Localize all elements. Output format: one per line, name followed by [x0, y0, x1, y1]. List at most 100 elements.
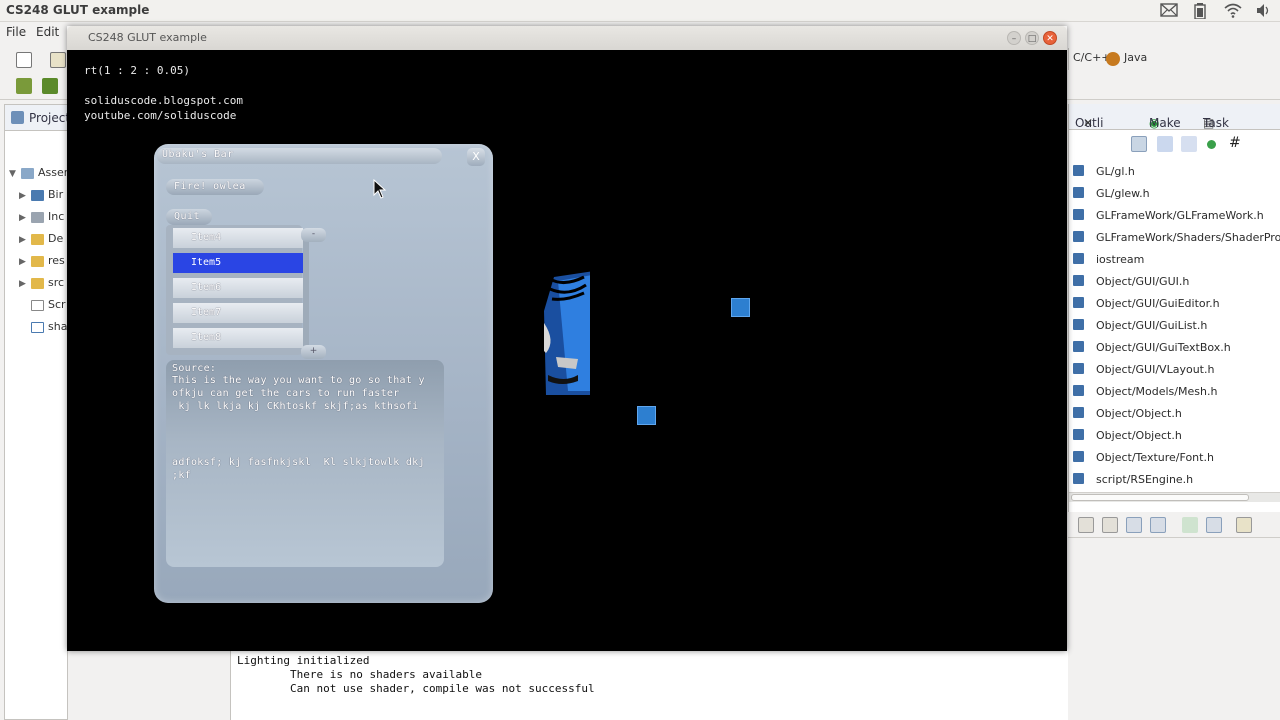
outline-view: Outli ✕ ◉ Make ▤ Task # GL/gl.h GL/glew.… — [1068, 104, 1280, 540]
tree-item[interactable]: sha — [31, 316, 67, 338]
outline-item[interactable]: Object/GUI/GUI.h — [1069, 271, 1189, 293]
gui-list: Item4 Item5 Item6 Item7 Item8 — [166, 225, 303, 355]
outline-horizontal-scrollbar[interactable] — [1069, 492, 1280, 502]
include-icon — [1073, 209, 1084, 220]
console-output: Lighting initialized There is no shaders… — [230, 650, 1068, 720]
outline-item-label: Object/Texture/Font.h — [1096, 451, 1214, 464]
gl-canvas[interactable]: rt(1 : 2 : 0.05) soliduscode.blogspot.co… — [67, 50, 1067, 651]
hide-static-icon[interactable] — [1181, 136, 1197, 152]
outline-item[interactable]: GLFrameWork/GLFrameWork.h — [1069, 205, 1264, 227]
tree-item-label: Bir — [48, 188, 64, 201]
gui-list-scrollbar[interactable] — [303, 239, 309, 349]
outline-item[interactable]: Object/GUI/GuiList.h — [1069, 315, 1207, 337]
fire-button[interactable]: Fire! owlea — [166, 179, 264, 195]
outline-item[interactable]: Object/Models/Mesh.h — [1069, 381, 1217, 403]
list-item[interactable]: Item4 — [173, 228, 303, 248]
tree-item[interactable]: ▶ res — [19, 250, 65, 272]
tree-item[interactable]: Scr — [31, 294, 66, 316]
gui-textbox[interactable]: Source: This is the way you want to go s… — [166, 360, 444, 567]
gui-close-button[interactable]: X — [467, 148, 485, 166]
close-icon[interactable]: ✕ — [1083, 116, 1093, 130]
glut-window-title: CS248 GLUT example — [88, 31, 207, 44]
overlay-youtube: youtube.com/soliduscode — [84, 109, 237, 122]
include-icon — [1073, 231, 1084, 242]
quit-button[interactable]: Quit — [166, 209, 212, 225]
pin-console-icon[interactable] — [1182, 517, 1198, 533]
new-icon[interactable] — [16, 52, 32, 68]
gui-scroll-down-button[interactable]: + — [301, 345, 326, 359]
include-icon — [1073, 319, 1084, 330]
filter-icon[interactable] — [1207, 140, 1216, 149]
outline-item[interactable]: Object/Object.h — [1069, 403, 1182, 425]
tree-item-label: sha — [48, 320, 68, 333]
folder-icon — [31, 233, 44, 245]
outline-item[interactable]: script/RSEngine.h — [1069, 469, 1193, 491]
outline-tabs: Outli ✕ ◉ Make ▤ Task — [1069, 104, 1280, 130]
build-icon[interactable] — [16, 78, 32, 94]
terminate-icon[interactable] — [1078, 517, 1094, 533]
battery-icon[interactable] — [1194, 3, 1206, 20]
outline-item[interactable]: Object/GUI/GuiTextBox.h — [1069, 337, 1231, 359]
outline-item[interactable]: Object/Texture/Font.h — [1069, 447, 1214, 469]
outline-item-label: Object/GUI/GuiEditor.h — [1096, 297, 1220, 310]
gui-panel[interactable]: Ubaku's Bar X Fire! owlea Quit Item4 Ite… — [154, 144, 493, 603]
tree-item-label: res — [48, 254, 65, 267]
outline-item[interactable]: GL/gl.h — [1069, 161, 1135, 183]
scroll-lock-icon[interactable] — [1126, 517, 1142, 533]
minimize-icon[interactable]: – — [1007, 31, 1021, 45]
outline-item-label: Object/Object.h — [1096, 429, 1182, 442]
outline-item[interactable]: Object/GUI/VLayout.h — [1069, 359, 1214, 381]
menu-edit[interactable]: Edit — [36, 25, 59, 39]
mouse-pointer-icon — [373, 179, 387, 199]
run-icon[interactable] — [42, 78, 58, 94]
gui-titlebar[interactable]: Ubaku's Bar — [157, 148, 442, 164]
include-icon — [1073, 275, 1084, 286]
include-icon — [1073, 363, 1084, 374]
textbox-line: kj lk lkja kj CKhtoskf skjf;as kthsofi — [172, 401, 419, 412]
sort-icon[interactable] — [1131, 136, 1147, 152]
hide-fields-icon[interactable] — [1157, 136, 1173, 152]
wifi-icon[interactable] — [1224, 3, 1242, 19]
list-item[interactable]: Item8 — [173, 328, 303, 348]
display-console-icon[interactable] — [1206, 517, 1222, 533]
tree-item[interactable]: ▶ Bir — [19, 184, 63, 206]
volume-icon[interactable] — [1256, 3, 1272, 19]
include-icon — [1073, 341, 1084, 352]
overlay-blog: soliduscode.blogspot.com — [84, 94, 243, 107]
hash-icon[interactable]: # — [1229, 135, 1241, 151]
project-tab[interactable]: Project — [5, 105, 70, 131]
tree-item-label: Asser — [38, 166, 69, 179]
character-model — [544, 271, 590, 395]
save-icon[interactable] — [50, 52, 66, 68]
outline-item[interactable]: GL/glew.h — [1069, 183, 1150, 205]
outline-item[interactable]: Object/Object.h — [1069, 425, 1182, 447]
list-item[interactable]: Item6 — [173, 278, 303, 298]
list-item[interactable]: Item7 — [173, 303, 303, 323]
gui-scroll-up-button[interactable]: - — [301, 228, 326, 242]
folder-icon — [31, 277, 44, 289]
desktop: CS248 GLUT example File Edit C/C++ Java — [0, 0, 1280, 720]
outline-item[interactable]: iostream — [1069, 249, 1144, 271]
maximize-icon[interactable]: □ — [1025, 31, 1039, 45]
project-folder-icon — [21, 167, 34, 179]
close-icon[interactable]: ✕ — [1043, 31, 1057, 45]
scrollbar-thumb[interactable] — [1071, 494, 1249, 501]
include-icon — [1073, 165, 1084, 176]
folder-icon — [31, 255, 44, 267]
tree-item[interactable]: ▶ De — [19, 228, 63, 250]
glut-titlebar[interactable]: CS248 GLUT example – □ ✕ — [67, 26, 1067, 50]
tree-item[interactable]: ▶ Inc — [19, 206, 64, 228]
menu-file[interactable]: File — [6, 25, 26, 39]
show-on-output-icon[interactable] — [1150, 517, 1166, 533]
tree-item[interactable]: ▼ Asser — [9, 162, 68, 184]
list-item-selected[interactable]: Item5 — [173, 253, 303, 273]
mail-icon[interactable] — [1160, 3, 1178, 19]
outline-item[interactable]: GLFrameWork/Shaders/ShaderProgra — [1069, 227, 1280, 249]
open-console-icon[interactable] — [1236, 517, 1252, 533]
outline-item-label: GL/glew.h — [1096, 187, 1150, 200]
tab-make-label: Make — [1149, 116, 1181, 130]
perspective-java[interactable]: Java — [1104, 48, 1151, 70]
outline-item[interactable]: Object/GUI/GuiEditor.h — [1069, 293, 1220, 315]
remove-launch-icon[interactable] — [1102, 517, 1118, 533]
tree-item[interactable]: ▶ src — [19, 272, 64, 294]
